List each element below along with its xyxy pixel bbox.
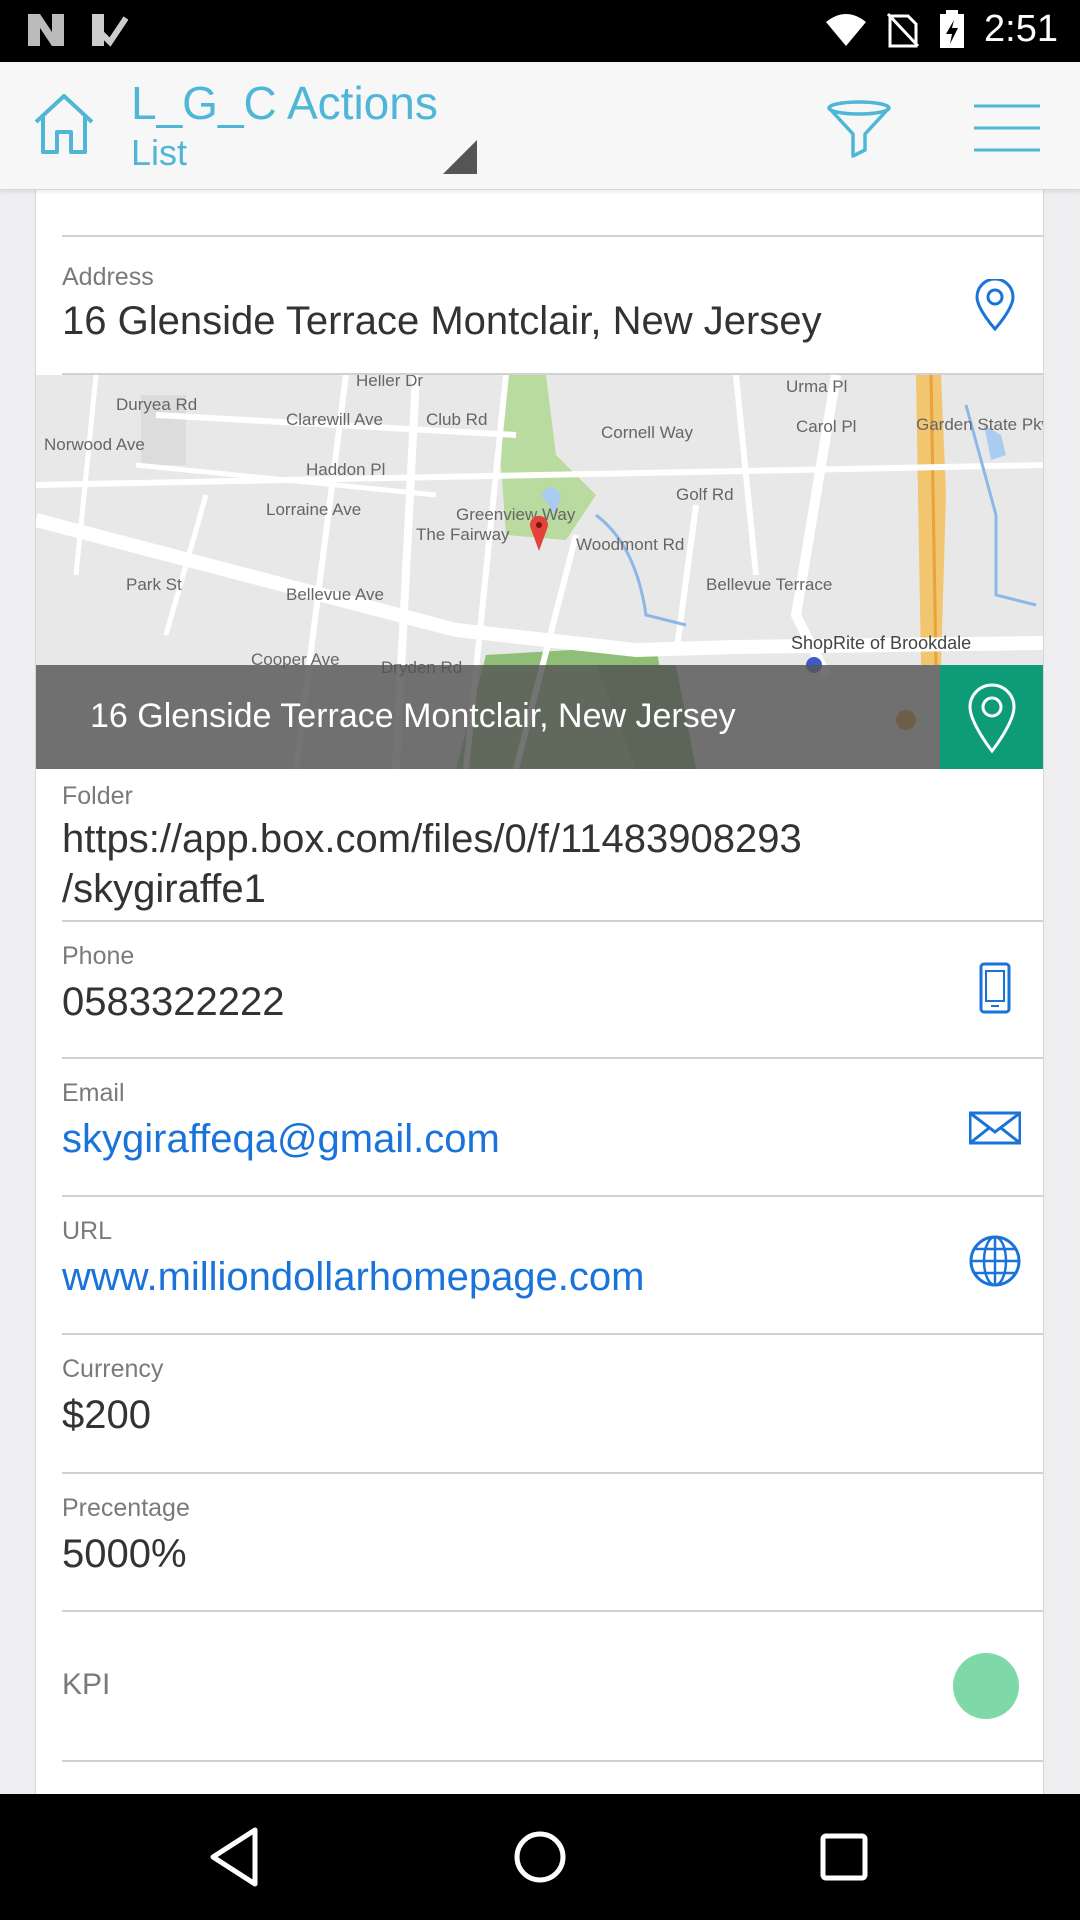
map-address-overlay: 16 Glenside Terrace Montclair, New Jerse…	[36, 665, 1043, 769]
battery-icon	[940, 9, 965, 48]
email-row: Email skygiraffeqa@gmail.com	[36, 1059, 1043, 1196]
url-label: URL	[62, 1217, 113, 1245]
phone-row: Phone 0583322222	[36, 922, 1043, 1059]
percentage-row: Precentage 5000%	[36, 1474, 1043, 1611]
back-icon[interactable]	[203, 1824, 269, 1890]
address-label: Address	[62, 263, 154, 291]
email-link[interactable]: skygiraffeqa@gmail.com	[62, 1117, 500, 1162]
kpi-row: KPI	[36, 1612, 1043, 1760]
mobile-phone-icon[interactable]	[969, 962, 1021, 1014]
currency-label: Currency	[62, 1355, 164, 1383]
kpi-label: KPI	[62, 1668, 111, 1701]
dropdown-triangle-icon[interactable]	[443, 140, 477, 174]
currency-row: Currency $200	[36, 1335, 1043, 1472]
url-link[interactable]: www.milliondollarhomepage.com	[62, 1255, 644, 1300]
view-selector[interactable]: List	[131, 132, 187, 174]
map-address-text: 16 Glenside Terrace Montclair, New Jerse…	[90, 697, 736, 735]
system-nav-bar	[0, 1794, 1080, 1920]
location-pin-icon	[968, 683, 1016, 754]
open-map-button[interactable]	[940, 665, 1043, 769]
filter-icon[interactable]	[826, 96, 892, 162]
currency-value: $200	[62, 1393, 151, 1437]
map-marker-icon[interactable]	[529, 515, 549, 551]
status-bar: 2:51	[0, 0, 1080, 62]
envelope-icon[interactable]	[969, 1101, 1021, 1153]
address-row: Address 16 Glenside Terrace Montclair, N…	[36, 237, 1043, 375]
app-header: L_G_C Actions List	[0, 62, 1080, 190]
menu-icon[interactable]	[974, 102, 1040, 154]
phone-value: 0583322222	[62, 980, 285, 1024]
no-sim-icon	[886, 12, 920, 47]
location-pin-icon[interactable]	[969, 279, 1021, 331]
globe-icon[interactable]	[969, 1235, 1021, 1287]
folder-row: Folder https://app.box.com/files/0/f/114…	[36, 769, 1043, 912]
percentage-value: 5000%	[62, 1532, 187, 1576]
folder-label: Folder	[62, 782, 133, 810]
folder-value-line2[interactable]: /skygiraffe1	[62, 867, 266, 912]
home-circle-icon[interactable]	[507, 1824, 573, 1890]
map-view[interactable]: Heller Dr Urma Pl Clarewill Ave Club Rd …	[36, 375, 1043, 769]
divider	[62, 1760, 1043, 1762]
home-icon[interactable]	[30, 90, 98, 158]
address-value: 16 Glenside Terrace Montclair, New Jerse…	[62, 299, 822, 343]
phone-label: Phone	[62, 942, 135, 970]
record-detail-card: Address 16 Glenside Terrace Montclair, N…	[35, 190, 1044, 1794]
wifi-icon	[826, 13, 867, 46]
kpi-status-indicator	[953, 1653, 1019, 1719]
percentage-label: Precentage	[62, 1494, 190, 1522]
folder-value-line1[interactable]: https://app.box.com/files/0/f/1148390829…	[62, 817, 802, 862]
page-title: L_G_C Actions	[131, 77, 438, 129]
check-flag-icon	[92, 14, 128, 47]
clock: 2:51	[984, 8, 1058, 50]
n-logo-icon	[28, 14, 64, 46]
email-label: Email	[62, 1079, 125, 1107]
recents-icon[interactable]	[811, 1824, 877, 1890]
url-row: URL www.milliondollarhomepage.com	[36, 1197, 1043, 1334]
